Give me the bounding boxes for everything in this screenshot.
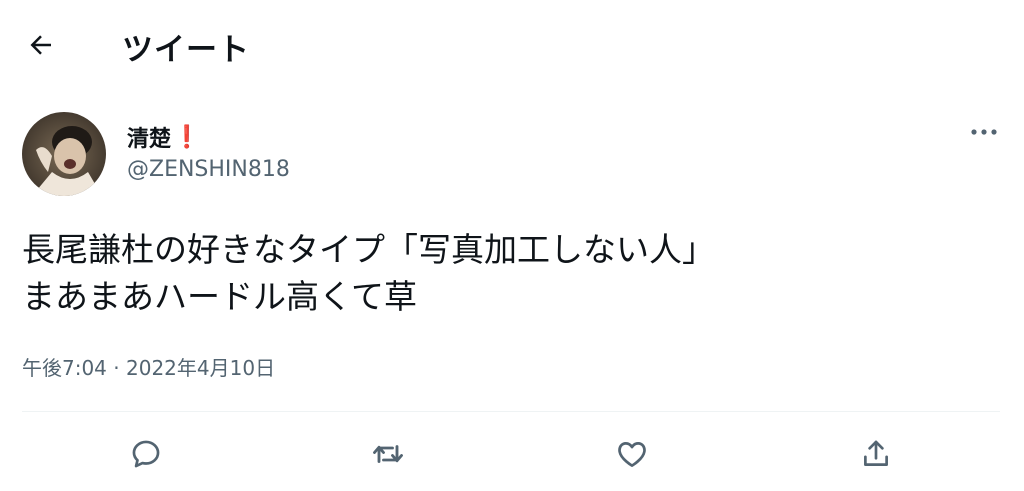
exclamation-emoji: ❗	[173, 124, 201, 150]
back-button[interactable]	[24, 28, 58, 62]
reply-button[interactable]	[126, 434, 166, 474]
tweet-text: 長尾謙杜の好きなタイプ「写真加工しない人」 まあまあハードル高くて草	[22, 226, 1002, 320]
more-options-button[interactable]	[966, 120, 1002, 144]
author-name-text: 清楚	[127, 127, 172, 152]
reply-icon	[132, 440, 160, 468]
retweet-icon	[373, 445, 403, 463]
meta-separator: ·	[113, 356, 120, 380]
header: ツイート	[0, 0, 1024, 90]
author-handle[interactable]: @ZENSHIN818	[127, 157, 290, 182]
tweet-line: まあまあハードル高くて草	[22, 277, 418, 316]
page-title: ツイート	[122, 32, 250, 68]
like-button[interactable]	[612, 434, 652, 474]
arrow-left-icon	[30, 35, 51, 55]
author-name[interactable]: 清楚 ❗	[127, 121, 200, 153]
more-horizontal-icon	[971, 129, 997, 135]
share-icon	[864, 440, 888, 466]
share-button[interactable]	[856, 434, 896, 474]
avatar[interactable]	[22, 112, 106, 196]
divider	[22, 411, 1000, 412]
tweet-date[interactable]: 2022年4月10日	[126, 356, 275, 380]
heart-icon	[618, 442, 646, 467]
retweet-button[interactable]	[368, 434, 408, 474]
tweet-time[interactable]: 午後7:04	[22, 356, 107, 380]
avatar-image	[22, 112, 106, 196]
tweet-metadata: 午後7:04 · 2022年4月10日	[22, 352, 275, 381]
tweet-line: 長尾謙杜の好きなタイプ「写真加工しない人」	[22, 230, 715, 269]
